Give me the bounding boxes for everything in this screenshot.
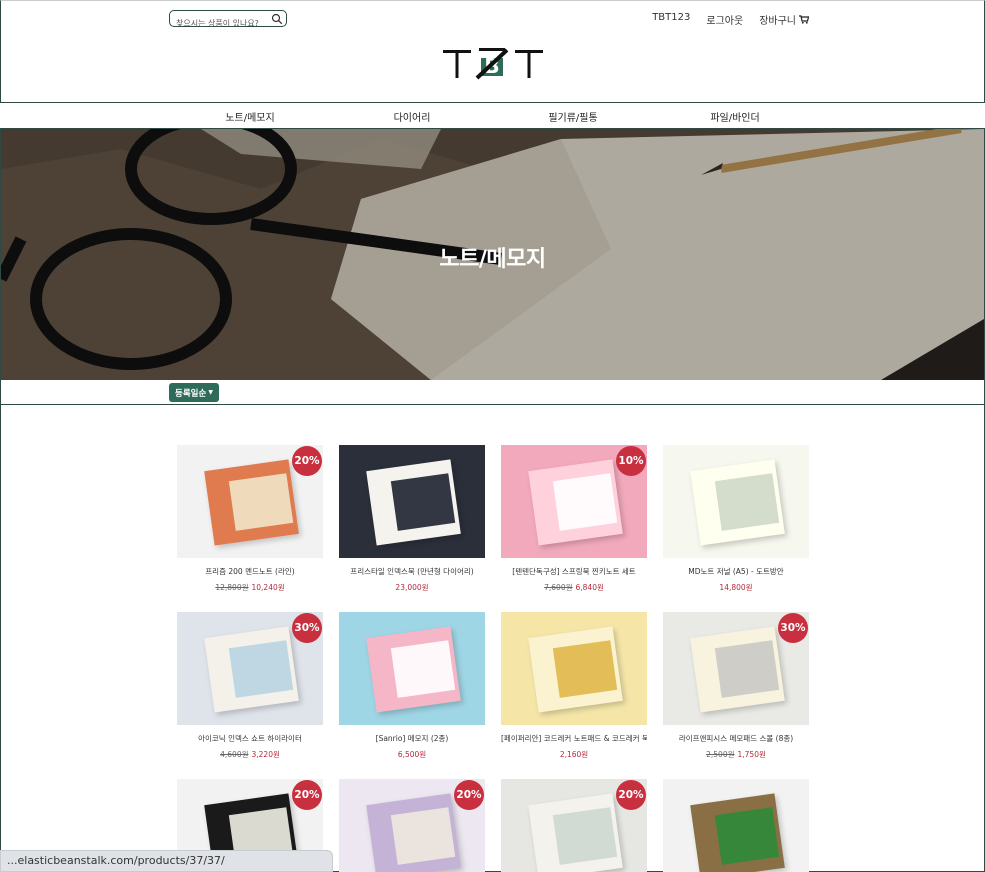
discount-badge: 30% — [778, 613, 808, 643]
category-notes[interactable]: 노트/메모지 — [225, 109, 274, 124]
browser-status-bar: ...elasticbeanstalk.com/products/37/37/ — [0, 850, 333, 872]
category-diary[interactable]: 다이어리 — [394, 109, 431, 124]
discount-badge: 20% — [616, 780, 646, 810]
product-price: 14,800원 — [663, 582, 809, 593]
search-input[interactable] — [170, 16, 270, 31]
product-card[interactable]: 10% [텐텐단독구성] 스프링북 찐키노트 세트 7,600원 6,840원 — [501, 445, 647, 593]
original-price: 7,600원 — [544, 583, 573, 592]
cart-link[interactable]: 장바구니 — [759, 12, 809, 27]
product-image[interactable]: 10% — [501, 445, 647, 558]
sort-dropdown[interactable]: 등록일순 ▼ — [169, 383, 219, 402]
product-card[interactable]: 20% — [339, 779, 485, 872]
product-card[interactable]: MD노트 저널 (A5) - 도트방안 14,800원 — [663, 445, 809, 593]
product-price: 2,500원 1,750원 — [663, 749, 809, 760]
product-image[interactable] — [663, 779, 809, 872]
product-image[interactable]: 20% — [339, 779, 485, 872]
hero-banner: 노트/메모지 — [1, 129, 984, 380]
original-price: 2,500원 — [706, 750, 735, 759]
product-card[interactable]: 30% 라이프앤피시스 메모패드 스몰 (8종) 2,500원 1,750원 — [663, 612, 809, 760]
product-name[interactable]: MD노트 저널 (A5) - 도트방안 — [663, 566, 809, 577]
search-box[interactable] — [169, 10, 287, 31]
original-price: 4,600원 — [220, 750, 249, 759]
product-price: 6,500원 — [339, 749, 485, 760]
product-card[interactable]: 20% — [501, 779, 647, 872]
divider — [0, 404, 985, 405]
top-nav: TBT123 로그아웃 장바구니 — [652, 12, 809, 27]
product-image[interactable] — [339, 445, 485, 558]
product-card[interactable]: [페이퍼리안] 코드레커 노트패드 & 코드레커 북 2,160원 — [501, 612, 647, 760]
discount-badge: 20% — [292, 780, 322, 810]
product-price: 12,800원 10,240원 — [177, 582, 323, 593]
hero-title: 노트/메모지 — [439, 247, 546, 272]
sale-price: 2,160원 — [559, 750, 589, 759]
product-name[interactable]: 프리스타일 인덱스북 (만년형 다이어리) — [339, 566, 485, 577]
cart-icon — [799, 15, 809, 24]
product-image[interactable] — [339, 612, 485, 725]
product-card[interactable] — [663, 779, 809, 872]
product-image[interactable]: 20% — [501, 779, 647, 872]
original-price: 12,800원 — [215, 583, 249, 592]
product-image[interactable]: 30% — [663, 612, 809, 725]
user-link[interactable]: TBT123 — [652, 12, 690, 27]
product-image[interactable]: 30% — [177, 612, 323, 725]
product-name[interactable]: [Sanrio] 메모지 (2종) — [339, 733, 485, 744]
sale-price: 23,000원 — [395, 583, 429, 592]
sale-price: 6,840원 — [575, 583, 604, 592]
chevron-down-icon: ▼ — [208, 389, 213, 396]
discount-badge: 20% — [292, 446, 322, 476]
cart-label: 장바구니 — [759, 16, 796, 27]
sale-price: 10,240원 — [251, 583, 285, 592]
logout-link[interactable]: 로그아웃 — [706, 12, 743, 27]
tbt-logo[interactable]: B — [443, 48, 543, 80]
sale-price: 1,750원 — [737, 750, 766, 759]
sale-price: 3,220원 — [251, 750, 280, 759]
category-binder[interactable]: 파일/바인더 — [710, 109, 759, 124]
product-card[interactable]: 20% 프리즘 200 멘드노트 (라인) 12,800원 10,240원 — [177, 445, 323, 593]
product-price: 4,600원 3,220원 — [177, 749, 323, 760]
product-price: 2,160원 — [501, 749, 647, 760]
category-writing[interactable]: 필기류/필통 — [548, 109, 597, 124]
category-menu: 노트/메모지 다이어리 필기류/필통 파일/바인더 — [0, 102, 985, 129]
product-name[interactable]: 프리즘 200 멘드노트 (라인) — [177, 566, 323, 577]
product-card[interactable]: [Sanrio] 메모지 (2종) 6,500원 — [339, 612, 485, 760]
product-image[interactable]: 20% — [177, 445, 323, 558]
search-icon[interactable] — [271, 13, 283, 25]
product-card[interactable]: 프리스타일 인덱스북 (만년형 다이어리) 23,000원 — [339, 445, 485, 593]
sort-label: 등록일순 — [175, 388, 207, 399]
product-image[interactable] — [501, 612, 647, 725]
sale-price: 6,500원 — [397, 750, 427, 759]
product-name[interactable]: [텐텐단독구성] 스프링북 찐키노트 세트 — [501, 566, 647, 577]
product-card[interactable]: 30% 아이코닉 인덱스 쇼트 하이라이터 4,600원 3,220원 — [177, 612, 323, 760]
product-image[interactable] — [663, 445, 809, 558]
discount-badge: 30% — [292, 613, 322, 643]
product-name[interactable]: 라이프앤피시스 메모패드 스몰 (8종) — [663, 733, 809, 744]
product-name[interactable]: [페이퍼리안] 코드레커 노트패드 & 코드레커 북 — [501, 733, 647, 744]
product-price: 7,600원 6,840원 — [501, 582, 647, 593]
product-name[interactable]: 아이코닉 인덱스 쇼트 하이라이터 — [177, 733, 323, 744]
discount-badge: 20% — [454, 780, 484, 810]
sale-price: 14,800원 — [719, 583, 753, 592]
product-price: 23,000원 — [339, 582, 485, 593]
discount-badge: 10% — [616, 446, 646, 476]
